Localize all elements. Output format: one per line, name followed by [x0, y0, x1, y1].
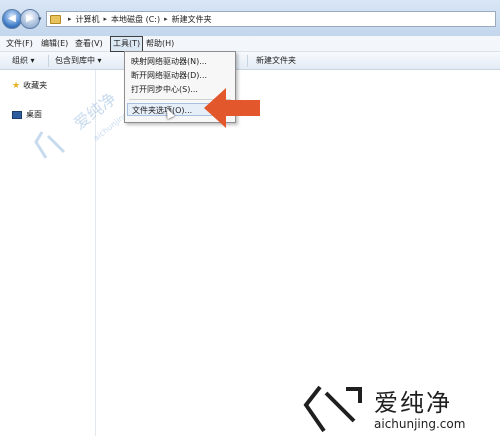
recent-pages-dropdown[interactable]: ▾ [38, 15, 42, 23]
star-icon: ★ [12, 81, 21, 91]
window-title-bar: ◀ ▶ ▾ ▸ 计算机 ▸ 本地磁盘 (C:) ▸ 新建文件夹 [0, 0, 500, 36]
address-bar[interactable]: ▸ 计算机 ▸ 本地磁盘 (C:) ▸ 新建文件夹 [46, 11, 496, 27]
watermark-mark-icon [34, 131, 66, 159]
watermark-mark-icon [303, 385, 362, 433]
menu-item-disconnect-network-drive[interactable]: 断开网络驱动器(D)... [131, 69, 207, 82]
menu-view[interactable]: 查看(V) [75, 36, 103, 52]
forward-button[interactable]: ▶ [20, 9, 40, 29]
organize-button[interactable]: 组织 ▾ [12, 52, 35, 70]
menu-tools[interactable]: 工具(T) [110, 36, 144, 52]
breadcrumb-new-folder[interactable]: 新建文件夹 [172, 14, 212, 25]
chevron-right-icon: ▸ [164, 15, 168, 23]
toolbar-divider [48, 55, 49, 67]
watermark-brand-text: 爱纯净 [374, 389, 452, 417]
sidebar-item-favorites[interactable]: ★ 收藏夹 [12, 80, 47, 92]
annotation-arrow-icon [204, 88, 260, 128]
desktop-icon [12, 111, 22, 119]
breadcrumb-local-disk[interactable]: 本地磁盘 (C:) [111, 14, 160, 25]
menu-help[interactable]: 帮助(H) [146, 36, 174, 52]
menu-edit[interactable]: 编辑(E) [41, 36, 68, 52]
command-toolbar: 组织 ▾ 包含到库中 ▾ 新建文件夹 [0, 52, 500, 70]
chevron-right-icon: ▸ [103, 15, 108, 23]
watermark-url-text: aichunjing.com [374, 417, 466, 431]
menu-item-map-network-drive[interactable]: 映射网络驱动器(N)... [131, 55, 207, 68]
chevron-right-icon: ▸ [68, 15, 72, 23]
watermark-logo-large: 爱纯净 aichunjing.com [302, 383, 500, 436]
menu-item-open-sync-center[interactable]: 打开同步中心(S)... [131, 83, 198, 96]
back-button[interactable]: ◀ [2, 9, 22, 29]
toolbar-divider [247, 55, 248, 67]
folder-icon [50, 14, 61, 24]
sidebar-item-label: 收藏夹 [23, 81, 48, 90]
menu-file[interactable]: 文件(F) [6, 36, 33, 52]
new-folder-button[interactable]: 新建文件夹 [256, 52, 296, 70]
menu-bar: 文件(F) 编辑(E) 查看(V) 工具(T) 帮助(H) [0, 36, 500, 52]
include-in-library-button[interactable]: 包含到库中 ▾ [55, 52, 102, 70]
breadcrumb-computer[interactable]: 计算机 [76, 14, 100, 25]
